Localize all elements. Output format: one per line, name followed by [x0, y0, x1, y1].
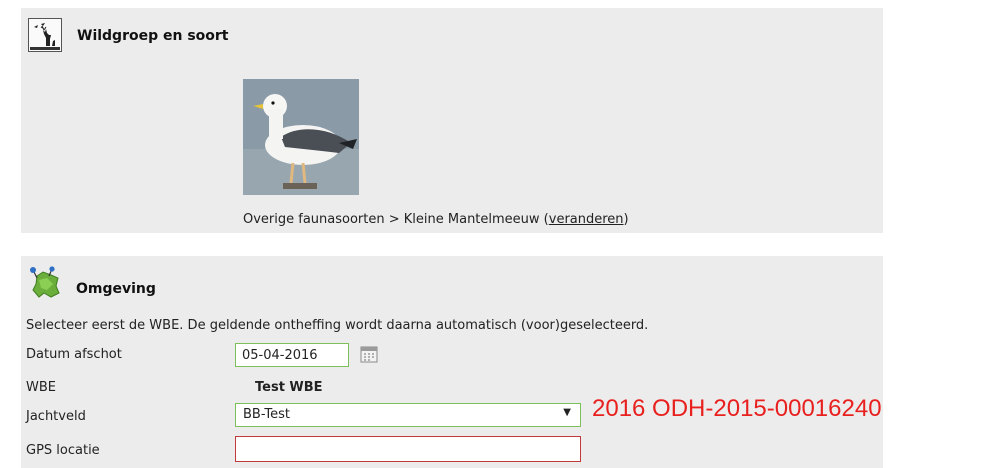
gps-label: GPS locatie — [26, 443, 100, 458]
permit-annotation: 2016 ODH-2015-00016240 — [592, 395, 882, 422]
wbe-instruction-text: Selecteer eerst de WBE. De geldende onth… — [26, 318, 649, 333]
calendar-icon[interactable] — [360, 345, 378, 363]
bird-photo — [243, 79, 359, 195]
wbe-value: Test WBE — [255, 380, 323, 395]
date-label: Datum afschot — [26, 347, 122, 362]
jachtveld-selected-value: BB-Test — [243, 407, 290, 422]
species-path-text: Overige faunasoorten > Kleine Mantelmeeu… — [243, 212, 549, 227]
jachtveld-select[interactable]: BB-Test ▼ — [235, 403, 581, 427]
map-netherlands-icon — [27, 266, 61, 300]
gps-location-input[interactable] — [235, 436, 581, 462]
date-input[interactable] — [235, 343, 349, 367]
jachtveld-label: Jachtveld — [26, 409, 86, 424]
environment-section-title: Omgeving — [76, 281, 156, 297]
wildlife-icon — [28, 18, 62, 52]
species-section-title: Wildgroep en soort — [77, 28, 229, 44]
species-path: Overige faunasoorten > Kleine Mantelmeeu… — [243, 212, 629, 227]
change-species-link[interactable]: veranderen — [549, 212, 624, 227]
wbe-label: WBE — [26, 380, 56, 395]
species-path-close: ) — [623, 212, 629, 227]
species-section: Wildgroep en soort Overige faunasoorten … — [21, 8, 883, 233]
environment-section: Omgeving Selecteer eerst de WBE. De geld… — [21, 256, 883, 468]
dropdown-arrow-icon: ▼ — [563, 407, 571, 418]
